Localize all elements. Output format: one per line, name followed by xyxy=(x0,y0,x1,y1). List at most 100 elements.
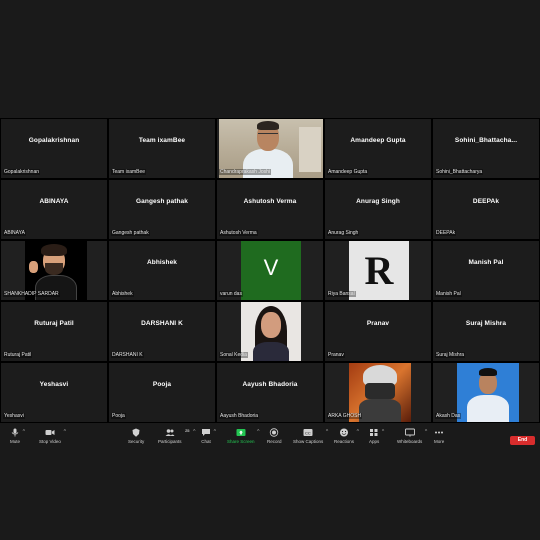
avatar-letter: R xyxy=(364,248,394,293)
participant-name: Amandeep Gupta xyxy=(350,137,406,144)
participant-tile[interactable]: Abhishek Abhishek xyxy=(108,240,216,301)
participant-tile-video[interactable]: Sonal Kedia xyxy=(216,301,324,362)
participant-tile-avatar[interactable]: R Riya Bansal xyxy=(324,240,432,301)
apps-label: Apps xyxy=(369,439,380,444)
show-captions-label: Show Captions xyxy=(293,439,324,444)
participant-tile[interactable]: Gopalakrishnan Gopalakrishnan xyxy=(0,118,108,179)
chevron-up-icon[interactable]: ^ xyxy=(23,429,25,435)
chevron-up-icon[interactable]: ^ xyxy=(425,429,427,435)
chevron-up-icon[interactable]: ^ xyxy=(257,429,259,435)
captions-icon: CC xyxy=(303,428,313,437)
participant-label: varun das xyxy=(219,291,243,297)
apps-button[interactable]: Apps ^ xyxy=(369,428,384,444)
participant-tile[interactable]: Manish Pal Manish Pal xyxy=(432,240,540,301)
record-icon xyxy=(269,428,279,437)
participant-tile[interactable]: Aayush Bhadoria Aayush Bhadoria xyxy=(216,362,324,423)
participant-name: Ruturaj Patil xyxy=(34,320,74,327)
participant-tile[interactable]: Sohini_Bhattacha... Sohini_Bhattacharya xyxy=(432,118,540,179)
stop-video-button[interactable]: Stop Video ^ xyxy=(39,428,66,444)
whiteboards-button[interactable]: Whiteboards ^ xyxy=(397,428,427,444)
participant-tile-video[interactable]: Akash Das xyxy=(432,362,540,423)
participant-name: Pranav xyxy=(366,320,390,327)
participant-label: ARKA GHOSH xyxy=(327,413,363,419)
more-button[interactable]: More xyxy=(434,428,444,444)
participants-button[interactable]: Participants 25 ^ xyxy=(158,428,196,444)
participant-name: Abhishek xyxy=(146,259,178,266)
chevron-up-icon[interactable]: ^ xyxy=(382,429,384,435)
chevron-up-icon[interactable]: ^ xyxy=(214,429,216,435)
chevron-up-icon[interactable]: ^ xyxy=(64,429,66,435)
participant-label: Yeshasvi xyxy=(3,413,25,419)
participant-tile[interactable]: ABINAYA ABINAYA xyxy=(0,179,108,240)
record-button[interactable]: Record xyxy=(267,428,282,444)
show-captions-button[interactable]: CC Show Captions ^ xyxy=(293,428,328,444)
participant-tile[interactable]: Suraj Mishra Suraj Mishra xyxy=(432,301,540,362)
participant-tile-avatar[interactable]: SHANKHADIP SARDAR xyxy=(0,240,108,301)
participant-tile[interactable]: Ashutosh Verma Ashutosh Verma xyxy=(216,179,324,240)
participant-label: Ruturaj Patil xyxy=(3,352,33,358)
security-button[interactable]: Security xyxy=(128,428,144,444)
chat-button[interactable]: Chat ^ xyxy=(201,428,216,444)
participant-tile[interactable]: Yeshasvi Yeshasvi xyxy=(0,362,108,423)
more-dots-icon xyxy=(434,428,444,437)
reactions-button[interactable]: Reactions ^ xyxy=(334,428,359,444)
participant-name: Anurag Singh xyxy=(356,198,400,205)
security-label: Security xyxy=(128,439,145,444)
shield-icon xyxy=(131,428,141,437)
avatar-letter: V xyxy=(263,255,279,280)
participant-tile[interactable]: Pranav Pranav xyxy=(324,301,432,362)
more-label: More xyxy=(434,439,445,444)
participant-tile[interactable]: DARSHANI K DARSHANI K xyxy=(108,301,216,362)
participant-tile[interactable]: Anurag Singh Anurag Singh xyxy=(324,179,432,240)
participant-grid: Gopalakrishnan Gopalakrishnan Team ixamB… xyxy=(0,118,540,423)
meeting-toolbar: Mute ^ Stop Video ^ Security Participant… xyxy=(0,428,540,452)
end-meeting-button[interactable]: End xyxy=(510,436,535,445)
reactions-label: Reactions xyxy=(334,439,355,444)
video-camera-icon xyxy=(45,428,55,437)
chat-bubble-icon xyxy=(201,428,211,437)
participant-tile-avatar[interactable]: ARKA GHOSH xyxy=(324,362,432,423)
participant-label: Akash Das xyxy=(435,413,462,419)
participant-label: DEEPAk xyxy=(435,230,457,236)
participant-label: SHANKHADIP SARDAR xyxy=(3,291,60,297)
participant-label: Chandraprakash Joshi xyxy=(219,169,272,175)
participant-label: Team ixamBee xyxy=(111,169,147,175)
chevron-up-icon[interactable]: ^ xyxy=(357,429,359,435)
participant-tile[interactable]: DEEPAk DEEPAk xyxy=(432,179,540,240)
mute-button[interactable]: Mute ^ xyxy=(10,428,25,444)
participant-label: Riya Bansal xyxy=(327,291,356,297)
share-screen-button[interactable]: Share Screen ^ xyxy=(227,428,260,444)
participant-tile-video[interactable]: Chandraprakash Joshi xyxy=(216,118,324,179)
participant-label: Abhishek xyxy=(111,291,134,297)
chat-label: Chat xyxy=(201,439,211,444)
record-label: Record xyxy=(267,439,282,444)
participant-label: Pooja xyxy=(111,413,126,419)
participants-label: Participants xyxy=(158,439,182,444)
participant-tile[interactable]: Team ixamBee Team ixamBee xyxy=(108,118,216,179)
participant-name: ABINAYA xyxy=(39,198,69,205)
participant-name: Team ixamBee xyxy=(138,137,186,144)
participant-video xyxy=(241,302,301,361)
participant-label: Aayush Bhadoria xyxy=(219,413,260,419)
participant-label: Pranav xyxy=(327,352,345,358)
chevron-up-icon[interactable]: ^ xyxy=(193,429,195,435)
participant-name: Gangesh pathak xyxy=(136,198,188,205)
participant-name: DARSHANI K xyxy=(141,320,183,327)
participant-name: Ashutosh Verma xyxy=(243,198,297,205)
participant-label: Amandeep Gupta xyxy=(327,169,369,175)
share-screen-label: Share Screen xyxy=(227,439,255,444)
participant-name: Sohini_Bhattacha... xyxy=(454,137,518,144)
mute-label: Mute xyxy=(10,439,21,444)
avatar-letter-tile: R xyxy=(349,241,409,300)
participant-tile[interactable]: Ruturaj Patil Ruturaj Patil xyxy=(0,301,108,362)
svg-text:CC: CC xyxy=(305,430,311,435)
participant-name: Yeshasvi xyxy=(39,381,69,388)
participant-tile[interactable]: Amandeep Gupta Amandeep Gupta xyxy=(324,118,432,179)
participant-name: Pooja xyxy=(152,381,172,388)
chevron-up-icon[interactable]: ^ xyxy=(326,429,328,435)
participant-name: Gopalakrishnan xyxy=(28,137,80,144)
participant-tile[interactable]: Pooja Pooja xyxy=(108,362,216,423)
participant-tile-avatar[interactable]: V varun das xyxy=(216,240,324,301)
participant-tile[interactable]: Gangesh pathak Gangesh pathak xyxy=(108,179,216,240)
avatar-letter-tile: V xyxy=(241,241,301,300)
